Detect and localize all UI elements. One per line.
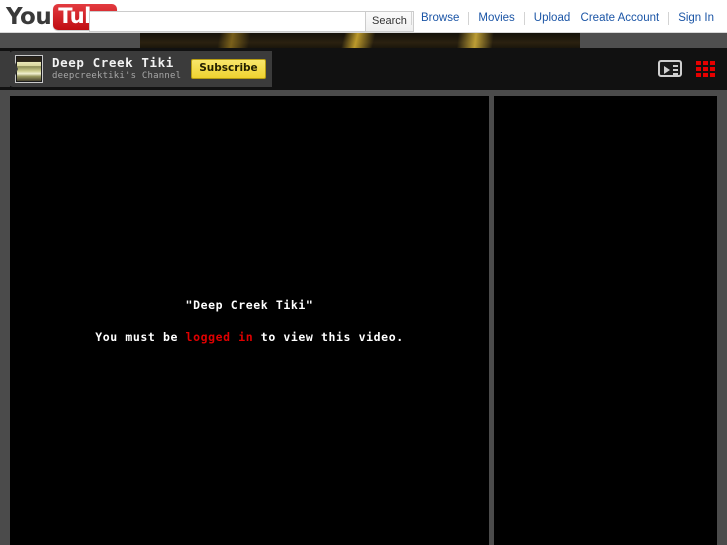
- nav-link-movies[interactable]: Movies: [469, 12, 523, 25]
- account-nav: Create Account Sign In: [572, 11, 723, 25]
- search-input[interactable]: [89, 11, 365, 32]
- logo-you-text: You: [6, 4, 52, 30]
- login-text-suffix: to view this video.: [253, 329, 404, 344]
- playlist-bars-icon: [673, 65, 678, 75]
- channel-title: Deep Creek Tiki: [52, 55, 174, 70]
- masthead: You Tube Search Browse Movies Upload Cre…: [0, 0, 727, 33]
- video-title: "Deep Creek Tiki": [185, 297, 314, 312]
- sign-in-link[interactable]: Sign In: [669, 12, 723, 25]
- page-body: "Deep Creek Tiki" You must be logged in …: [0, 90, 727, 545]
- sidebar-panel: [494, 96, 717, 545]
- channel-bar: Deep Creek Tiki deepcreektiki's Channel …: [0, 48, 727, 90]
- subscribe-button[interactable]: Subscribe: [191, 59, 266, 79]
- channel-identity-plate[interactable]: Deep Creek Tiki deepcreektiki's Channel …: [10, 51, 272, 87]
- grid-view-icon[interactable]: [696, 60, 715, 77]
- search-button[interactable]: Search: [365, 11, 414, 32]
- logged-in-link[interactable]: logged in: [186, 330, 254, 344]
- create-account-link[interactable]: Create Account: [572, 12, 669, 25]
- nav-link-browse[interactable]: Browse: [412, 12, 468, 25]
- play-triangle-icon: [664, 66, 670, 74]
- player-view-icon[interactable]: [658, 60, 682, 77]
- video-panel: "Deep Creek Tiki" You must be logged in …: [10, 96, 489, 545]
- primary-nav: Browse Movies Upload: [411, 11, 579, 25]
- video-login-message: "Deep Creek Tiki" You must be logged in …: [10, 96, 489, 545]
- channel-subtitle: deepcreektiki's Channel: [52, 71, 182, 81]
- login-required-text: You must be logged in to view this video…: [95, 329, 404, 345]
- search-form: Search: [89, 11, 414, 32]
- channel-text-block: Deep Creek Tiki deepcreektiki's Channel: [52, 56, 181, 82]
- view-mode-icons: [658, 60, 715, 77]
- login-text-prefix: You must be: [95, 329, 186, 344]
- channel-avatar: [15, 55, 43, 83]
